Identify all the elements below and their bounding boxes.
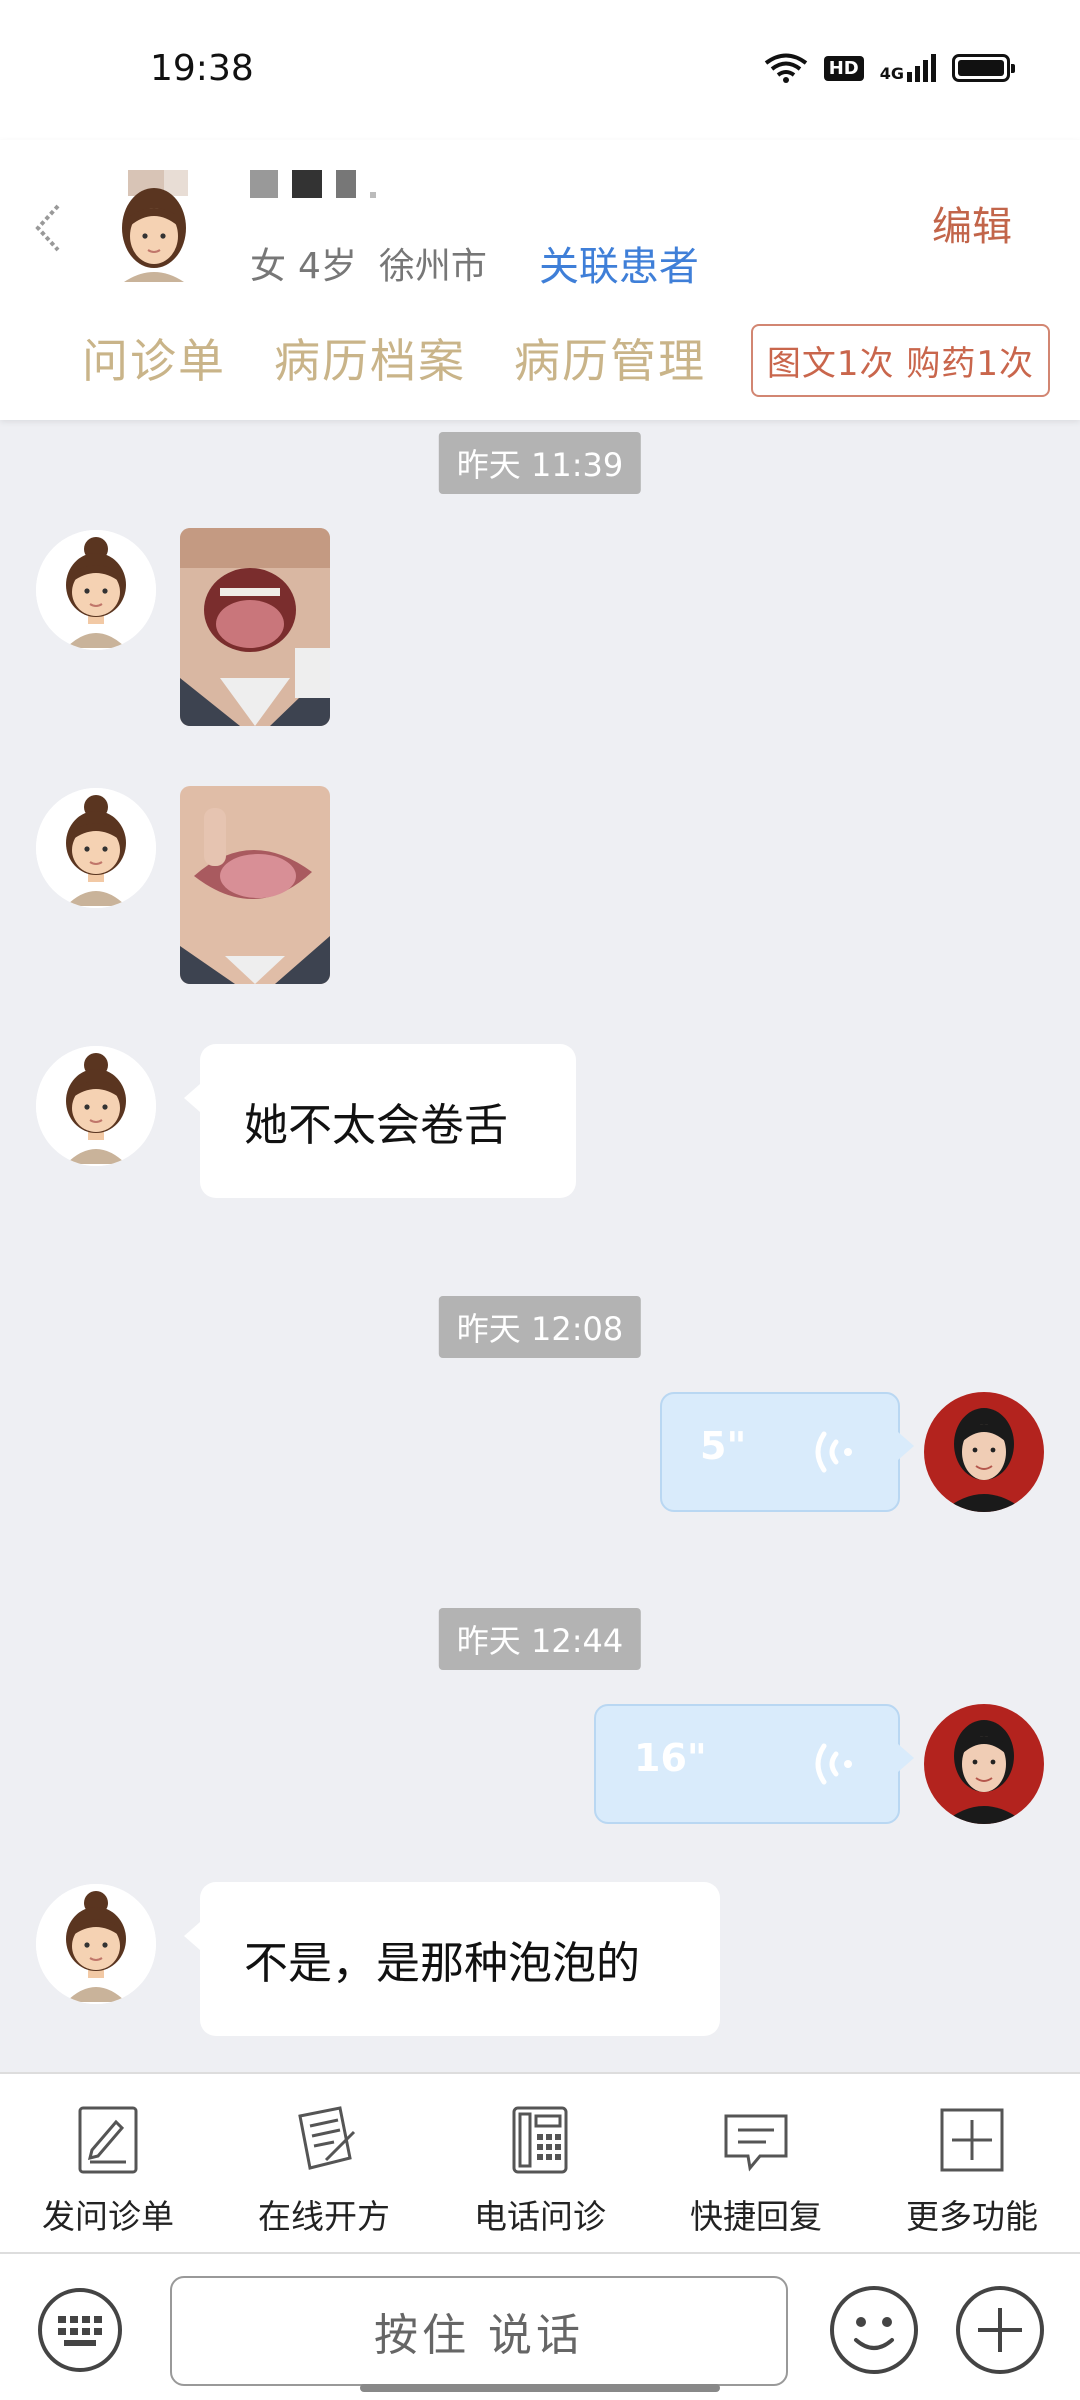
doctor-avatar-msg[interactable] — [924, 1392, 1044, 1512]
message-image-tongue[interactable] — [180, 786, 330, 984]
header-tabs: 问诊单 病历档案 病历管理 — [82, 325, 706, 391]
prescription-icon — [298, 2106, 356, 2170]
function-bar: 发问诊单 在线开方 电话问诊 快捷回复 更多功能 — [0, 2072, 1080, 2252]
wifi-icon — [764, 53, 807, 83]
patient-avatar-msg[interactable] — [36, 1046, 156, 1166]
tab-medical-records[interactable]: 病历档案 — [274, 325, 466, 391]
back-arrow-icon[interactable] — [30, 198, 70, 258]
emoji-icon[interactable] — [828, 2284, 920, 2376]
tab-consult-form[interactable]: 问诊单 — [82, 325, 226, 391]
chat-header: 女 4岁 徐州市 关联患者 编辑 问诊单 病历档案 病历管理 图文1次 购药1次 — [0, 140, 1080, 420]
voice-message-bubble[interactable]: 5" — [660, 1392, 914, 1512]
home-indicator[interactable] — [360, 2384, 720, 2392]
timestamp-chip: 昨天 12:08 — [438, 1296, 642, 1358]
patient-avatar-msg[interactable] — [36, 1884, 156, 2004]
patient-avatar-msg[interactable] — [36, 788, 156, 908]
service-quota-badge[interactable]: 图文1次 购药1次 — [750, 324, 1050, 397]
battery-icon — [952, 54, 1015, 82]
cellular-signal-icon: 4G — [880, 54, 936, 82]
patient-age: 4岁 — [298, 246, 357, 287]
voice-message-bubble[interactable]: 16" — [594, 1704, 914, 1824]
link-patient-link[interactable]: 关联患者 — [539, 234, 699, 292]
patient-city: 徐州市 — [378, 246, 487, 287]
voice-duration: 5" — [700, 1424, 747, 1468]
doctor-avatar-msg[interactable] — [924, 1704, 1044, 1824]
plus-square-icon — [940, 2108, 1004, 2172]
message-bubble-text[interactable]: 她不太会卷舌 — [184, 1044, 576, 1198]
patient-meta: 女 4岁 徐州市 关联患者 — [250, 234, 699, 292]
send-consult-form-button[interactable]: 发问诊单 — [0, 2074, 216, 2252]
message-image-open-mouth[interactable] — [180, 528, 330, 726]
keyboard-toggle-icon[interactable] — [36, 2286, 124, 2374]
phone-icon — [512, 2106, 568, 2174]
patient-name-redacted — [250, 170, 376, 198]
timestamp-chip: 昨天 11:39 — [438, 432, 642, 494]
voice-wave-icon — [814, 1420, 864, 1484]
tab-record-management[interactable]: 病历管理 — [514, 325, 706, 391]
more-functions-button[interactable]: 更多功能 — [864, 2074, 1080, 2252]
add-attachment-icon[interactable] — [954, 2284, 1046, 2376]
form-edit-icon — [78, 2106, 138, 2174]
hd-badge: HD — [823, 55, 864, 81]
status-time: 19:38 — [150, 48, 254, 89]
status-bar: 19:38 HD 4G — [0, 0, 1080, 140]
quick-reply-button[interactable]: 快捷回复 — [648, 2074, 864, 2252]
hold-to-talk-button[interactable]: 按住 说话 — [170, 2276, 788, 2386]
edit-button[interactable]: 编辑 — [932, 194, 1012, 252]
message-bubble-text[interactable]: 不是，是那种泡泡的 — [184, 1882, 720, 2036]
patient-avatar[interactable] — [108, 170, 200, 282]
quick-reply-icon — [724, 2114, 788, 2172]
voice-wave-icon — [814, 1732, 864, 1796]
timestamp-chip: 昨天 12:44 — [438, 1608, 642, 1670]
patient-gender: 女 — [250, 246, 287, 287]
patient-avatar-msg[interactable] — [36, 530, 156, 650]
phone-consult-button[interactable]: 电话问诊 — [432, 2074, 648, 2252]
input-bar: 按住 说话 — [0, 2252, 1080, 2400]
voice-duration: 16" — [634, 1736, 707, 1780]
online-prescription-button[interactable]: 在线开方 — [216, 2074, 432, 2252]
status-icons: HD 4G — [764, 52, 1015, 84]
